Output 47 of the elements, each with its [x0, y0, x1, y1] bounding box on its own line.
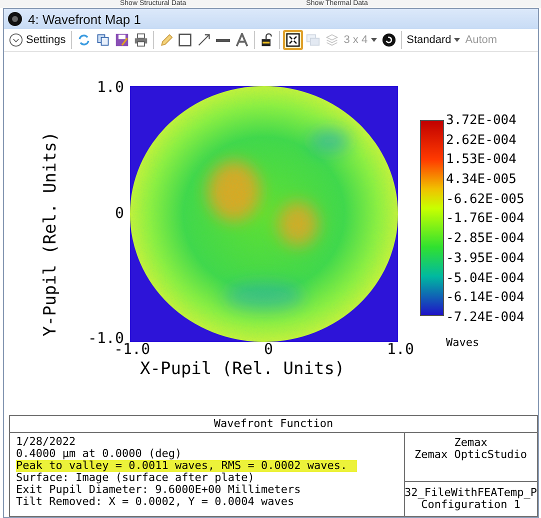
colorbar-tick-label: -6.62E-005 — [446, 192, 524, 206]
padlock-icon — [260, 33, 274, 47]
info-line: Exit Pupil Diameter: 9.6000E+00 Millimeters — [16, 484, 301, 496]
colorbar-tick-label: 3.72E-004 — [446, 114, 518, 127]
file-label: 32_FileWithFEATemp_P — [404, 487, 537, 499]
axis-title: Y-Pupil (Rel. Units) — [40, 131, 60, 336]
colorbar-tick-label: 2.62E-004 — [446, 134, 518, 147]
pencil-icon — [158, 33, 173, 47]
colorbar-tick-label: -3.95E-004 — [446, 252, 524, 265]
axis-tick-label: 0 — [264, 342, 274, 357]
arrow-icon — [196, 33, 211, 47]
windows-icon — [306, 33, 320, 47]
colorbar-tick-label: -5.04E-004 — [446, 272, 524, 284]
text-tool-icon — [234, 33, 249, 47]
colorbar-unit-label: Waves — [446, 336, 480, 349]
colorbar-tick-label: -7.24E-004 — [446, 310, 524, 324]
axis-title: X-Pupil (Rel. Units) — [140, 359, 346, 379]
chevron-down-icon — [9, 33, 23, 47]
printer-icon — [134, 33, 148, 47]
axis-tick-label: 1.0 — [386, 342, 414, 357]
colorbar-tick-label: -6.14E-004 — [446, 291, 524, 304]
info-line: 0.4000 µm at 0.0000 (deg) — [16, 448, 182, 460]
toolbar-button[interactable] — [282, 30, 303, 50]
frame-corners-icon — [286, 33, 300, 47]
caret-icon — [370, 38, 377, 42]
info-line: 1/28/2022 — [16, 436, 76, 448]
file-label: Configuration 1 — [421, 499, 520, 511]
rectangle-icon — [178, 33, 192, 47]
colorbar-tick-label: 4.34E-005 — [446, 173, 518, 186]
settings-button[interactable]: Settings — [7, 30, 68, 50]
info-line: Surface: Image (surface after plate) — [16, 472, 254, 484]
app-logo-icon — [8, 12, 22, 26]
info-line: Tilt Removed: X = 0.0002, Y = 0.0004 waves — [16, 496, 294, 508]
colorbar-tick-label: 1.53E-004 — [446, 153, 518, 166]
window-title: 4: Wavefront Map 1 — [28, 12, 141, 26]
colorbar-tick-label: -2.85E-004 — [446, 232, 524, 246]
dropdown-button[interactable]: Standard — [404, 30, 462, 50]
layers-icon — [324, 33, 339, 47]
panel-title: Wavefront Function — [10, 416, 537, 433]
copy-icon — [96, 33, 110, 47]
axis-tick-label: 0 — [114, 206, 124, 220]
company-label: Zemax OpticStudio — [414, 449, 528, 461]
company-label: Zemax — [454, 437, 488, 449]
caret-icon — [454, 38, 460, 42]
axis-tick-label: 1.0 — [96, 80, 124, 95]
refresh-icon — [76, 33, 91, 47]
colorbar-tick-label: -1.76E-004 — [446, 212, 524, 226]
